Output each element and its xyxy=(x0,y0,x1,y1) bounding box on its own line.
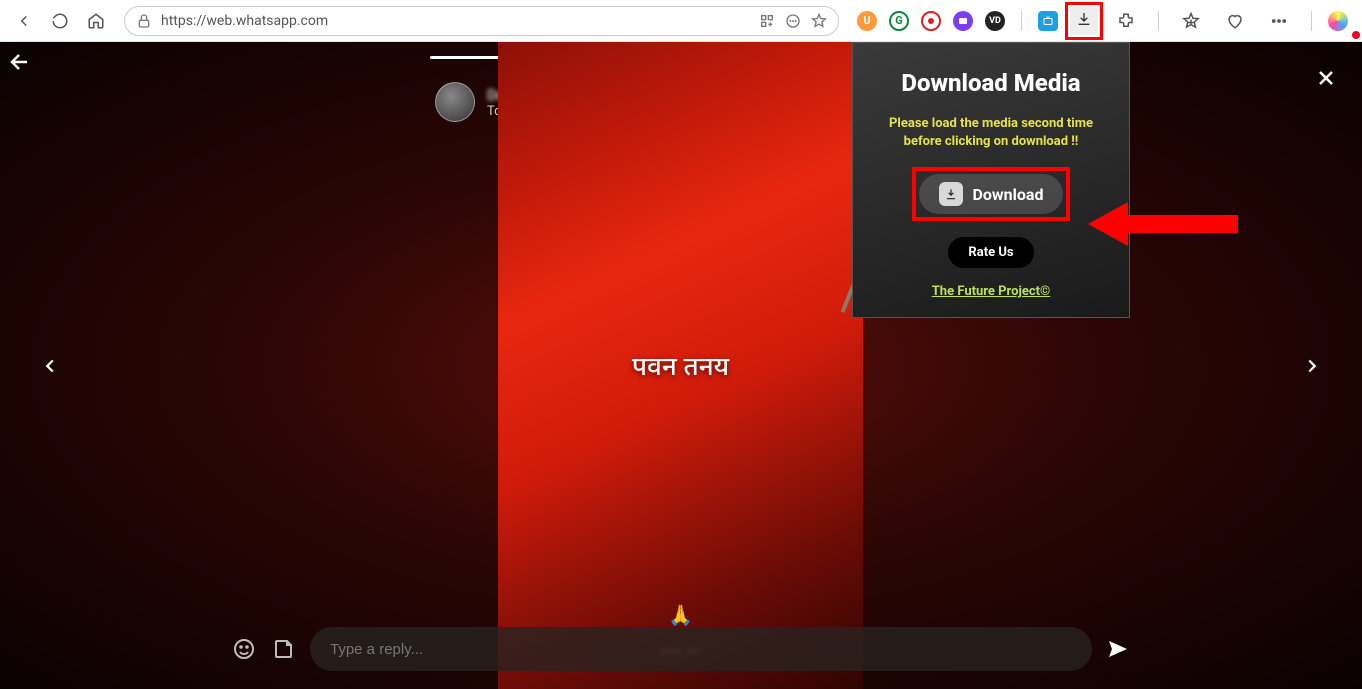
story-back-button[interactable] xyxy=(0,42,40,82)
url-text: https://web.whatsapp.com xyxy=(161,13,750,29)
copilot-icon[interactable] xyxy=(1328,11,1348,31)
ext-u-icon[interactable]: U xyxy=(857,11,877,31)
status-viewer: Durga Prash Today at 10:24 am पवन तनय 🙏 … xyxy=(0,42,1362,689)
future-project-link[interactable]: The Future Project© xyxy=(932,284,1051,299)
prev-story-button[interactable] xyxy=(30,346,70,386)
heart-icon[interactable] xyxy=(1219,5,1251,37)
refresh-button[interactable] xyxy=(44,5,76,37)
next-story-button[interactable] xyxy=(1292,346,1332,386)
story-media: पवन तनय 🙏 @sai_bht xyxy=(498,42,863,689)
send-button[interactable] xyxy=(1104,635,1132,663)
rate-us-button[interactable]: Rate Us xyxy=(948,237,1033,268)
story-caption: पवन तनय xyxy=(498,352,863,386)
favorite-icon[interactable] xyxy=(810,12,828,30)
divider xyxy=(1158,11,1159,31)
menu-icon[interactable] xyxy=(1263,5,1295,37)
popup-warning: Please load the media second time before… xyxy=(871,115,1111,151)
ext-purple-icon[interactable] xyxy=(953,11,973,31)
favorites-icon[interactable] xyxy=(1175,5,1207,37)
browser-toolbar: https://web.whatsapp.com U G VD xyxy=(0,0,1362,42)
story-emoji: 🙏 xyxy=(498,603,863,627)
extension-icons: U G VD xyxy=(851,5,1354,37)
divider xyxy=(1311,11,1312,31)
popup-title: Download Media xyxy=(901,69,1080,97)
ext-g-icon[interactable]: G xyxy=(889,11,909,31)
annotation-arrow xyxy=(1088,194,1238,258)
download-button-highlight: Download xyxy=(912,167,1071,221)
apps-icon[interactable] xyxy=(758,12,776,30)
reply-bar xyxy=(230,627,1132,671)
download-button-label: Download xyxy=(973,185,1044,204)
extensions-icon[interactable] xyxy=(1110,5,1142,37)
download-icon xyxy=(939,182,963,206)
back-button[interactable] xyxy=(8,5,40,37)
ext-vd-icon[interactable]: VD xyxy=(985,11,1005,31)
sticker-icon[interactable] xyxy=(270,635,298,663)
lock-icon xyxy=(135,12,153,30)
ext-tv-icon[interactable] xyxy=(1038,11,1058,31)
home-button[interactable] xyxy=(80,5,112,37)
emoji-icon[interactable] xyxy=(230,635,258,663)
avatar xyxy=(435,82,475,122)
divider xyxy=(1021,11,1022,31)
ext-red-icon[interactable] xyxy=(921,11,941,31)
download-media-popup: Download Media Please load the media sec… xyxy=(852,42,1130,318)
reply-input[interactable] xyxy=(310,627,1092,671)
story-close-button[interactable] xyxy=(1306,58,1346,98)
address-bar[interactable]: https://web.whatsapp.com xyxy=(124,6,839,36)
download-extension-icon[interactable] xyxy=(1070,7,1098,35)
download-button[interactable]: Download xyxy=(919,174,1064,214)
more-icon[interactable] xyxy=(784,12,802,30)
